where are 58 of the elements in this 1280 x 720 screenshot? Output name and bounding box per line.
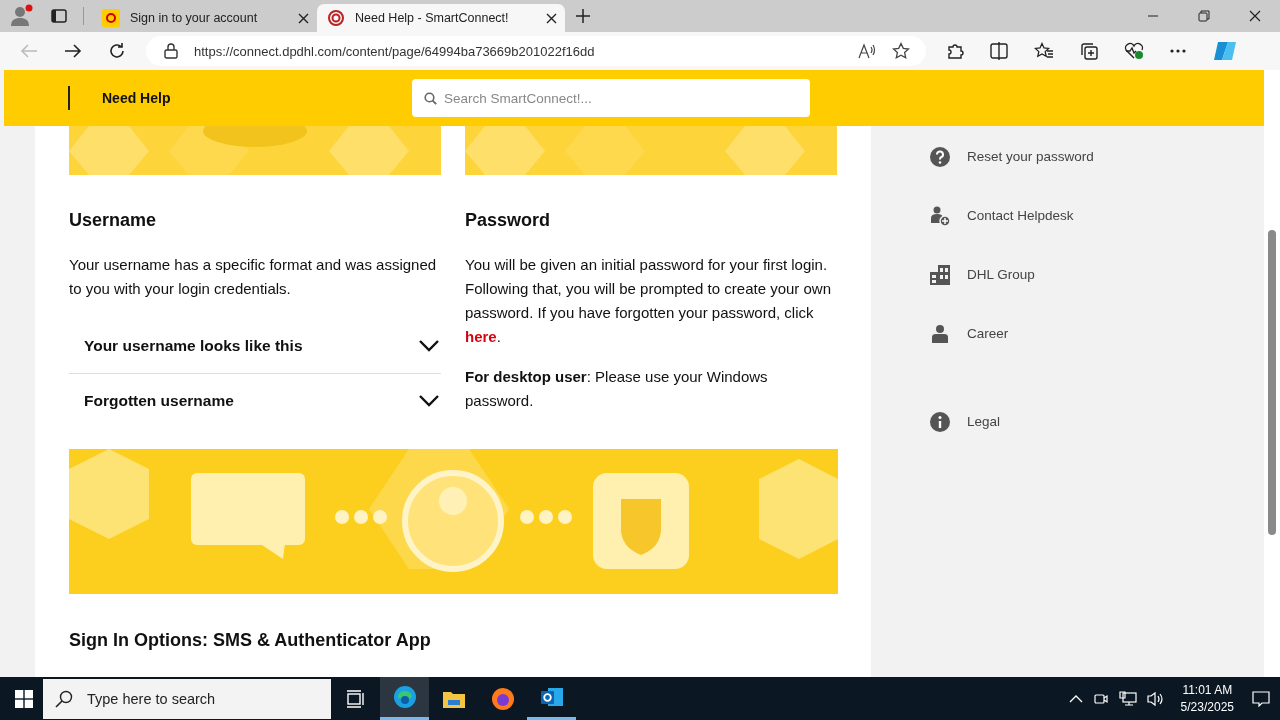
clock-time[interactable]: 11:01 AM [1182,681,1233,699]
split-screen-icon[interactable] [990,42,1008,60]
accordion-item[interactable]: Forgotten username [69,373,441,428]
tab-title: Need Help - SmartConnect! [355,11,510,25]
sidebar-link[interactable]: DHL Group [929,245,1264,304]
paragraph: For desktop user: Please use your Windows password. [465,367,769,411]
here-link[interactable]: here [465,328,497,345]
search-icon [424,92,437,105]
tab-actions-icon[interactable] [51,9,67,23]
read-aloud-icon[interactable] [858,43,876,59]
section-heading: Username [69,210,158,231]
search-field[interactable]: Search SmartConnect!... [412,79,810,117]
favorites-icon[interactable] [1034,42,1054,60]
browser-tab[interactable]: Need Help - SmartConnect! [317,4,565,32]
collections-icon[interactable] [1080,42,1098,60]
accordion-item[interactable]: Your username looks like this [69,319,441,373]
sidebar-link[interactable]: Reset your password [929,127,1264,186]
paragraph: Your username has a specific format and was assigned to you with your login credentials. [69,255,438,299]
page-title: Need Help [102,90,172,106]
more-icon[interactable] [1170,49,1186,53]
taskbar-search-field[interactable]: Type here to search [43,678,331,719]
tab-title: Sign in to your account [130,11,259,25]
info-icon [929,410,951,433]
restore-icon[interactable] [1198,10,1210,22]
clock-date[interactable]: 5/23/2025 [1180,698,1234,716]
outlook-icon[interactable] [539,686,564,708]
sidebar-link[interactable]: Legal [929,392,1264,451]
heart-pulse-icon[interactable] [1124,42,1144,60]
refresh-icon[interactable] [108,42,126,60]
forward-icon[interactable] [64,43,82,59]
close-icon[interactable] [1249,10,1261,22]
section-heading: Password [465,210,552,231]
building-icon [929,263,951,286]
chevron-up-icon[interactable] [1068,693,1083,704]
person-icon [929,322,951,345]
close-icon[interactable] [546,12,557,24]
speaker-icon[interactable] [1146,690,1165,707]
section-heading: Sign In Options: SMS & Authenticator App [69,630,432,651]
paragraph: You will be given an initial password for your first login. Following that, you will be prompted to create your own password. If you have forgotten your password, click here. [465,255,833,347]
close-icon[interactable] [298,12,309,24]
address-bar[interactable]: https://connect.dpdhl.com/content/page/64994ba73669b201022f16dd [146,36,926,66]
star-icon[interactable] [892,42,910,60]
windows-icon[interactable] [15,689,33,708]
firefox-icon[interactable] [490,686,515,711]
sidebar-link[interactable]: Career [929,304,1264,363]
puzzle-icon[interactable] [946,42,964,60]
network-icon[interactable] [1118,690,1137,707]
search-icon [55,689,73,708]
notification-icon[interactable] [1252,690,1270,707]
sidebar-link[interactable]: Contact Helpdesk [929,186,1264,245]
edge-icon[interactable] [392,685,417,709]
profile-icon[interactable] [9,4,35,28]
browser-tab[interactable]: Sign in to your account [92,4,317,32]
task-view-icon[interactable] [345,689,366,708]
person-plus-icon [929,204,951,227]
new-tab-icon[interactable] [575,8,591,24]
question-icon [929,145,951,168]
lock-icon [164,43,178,59]
